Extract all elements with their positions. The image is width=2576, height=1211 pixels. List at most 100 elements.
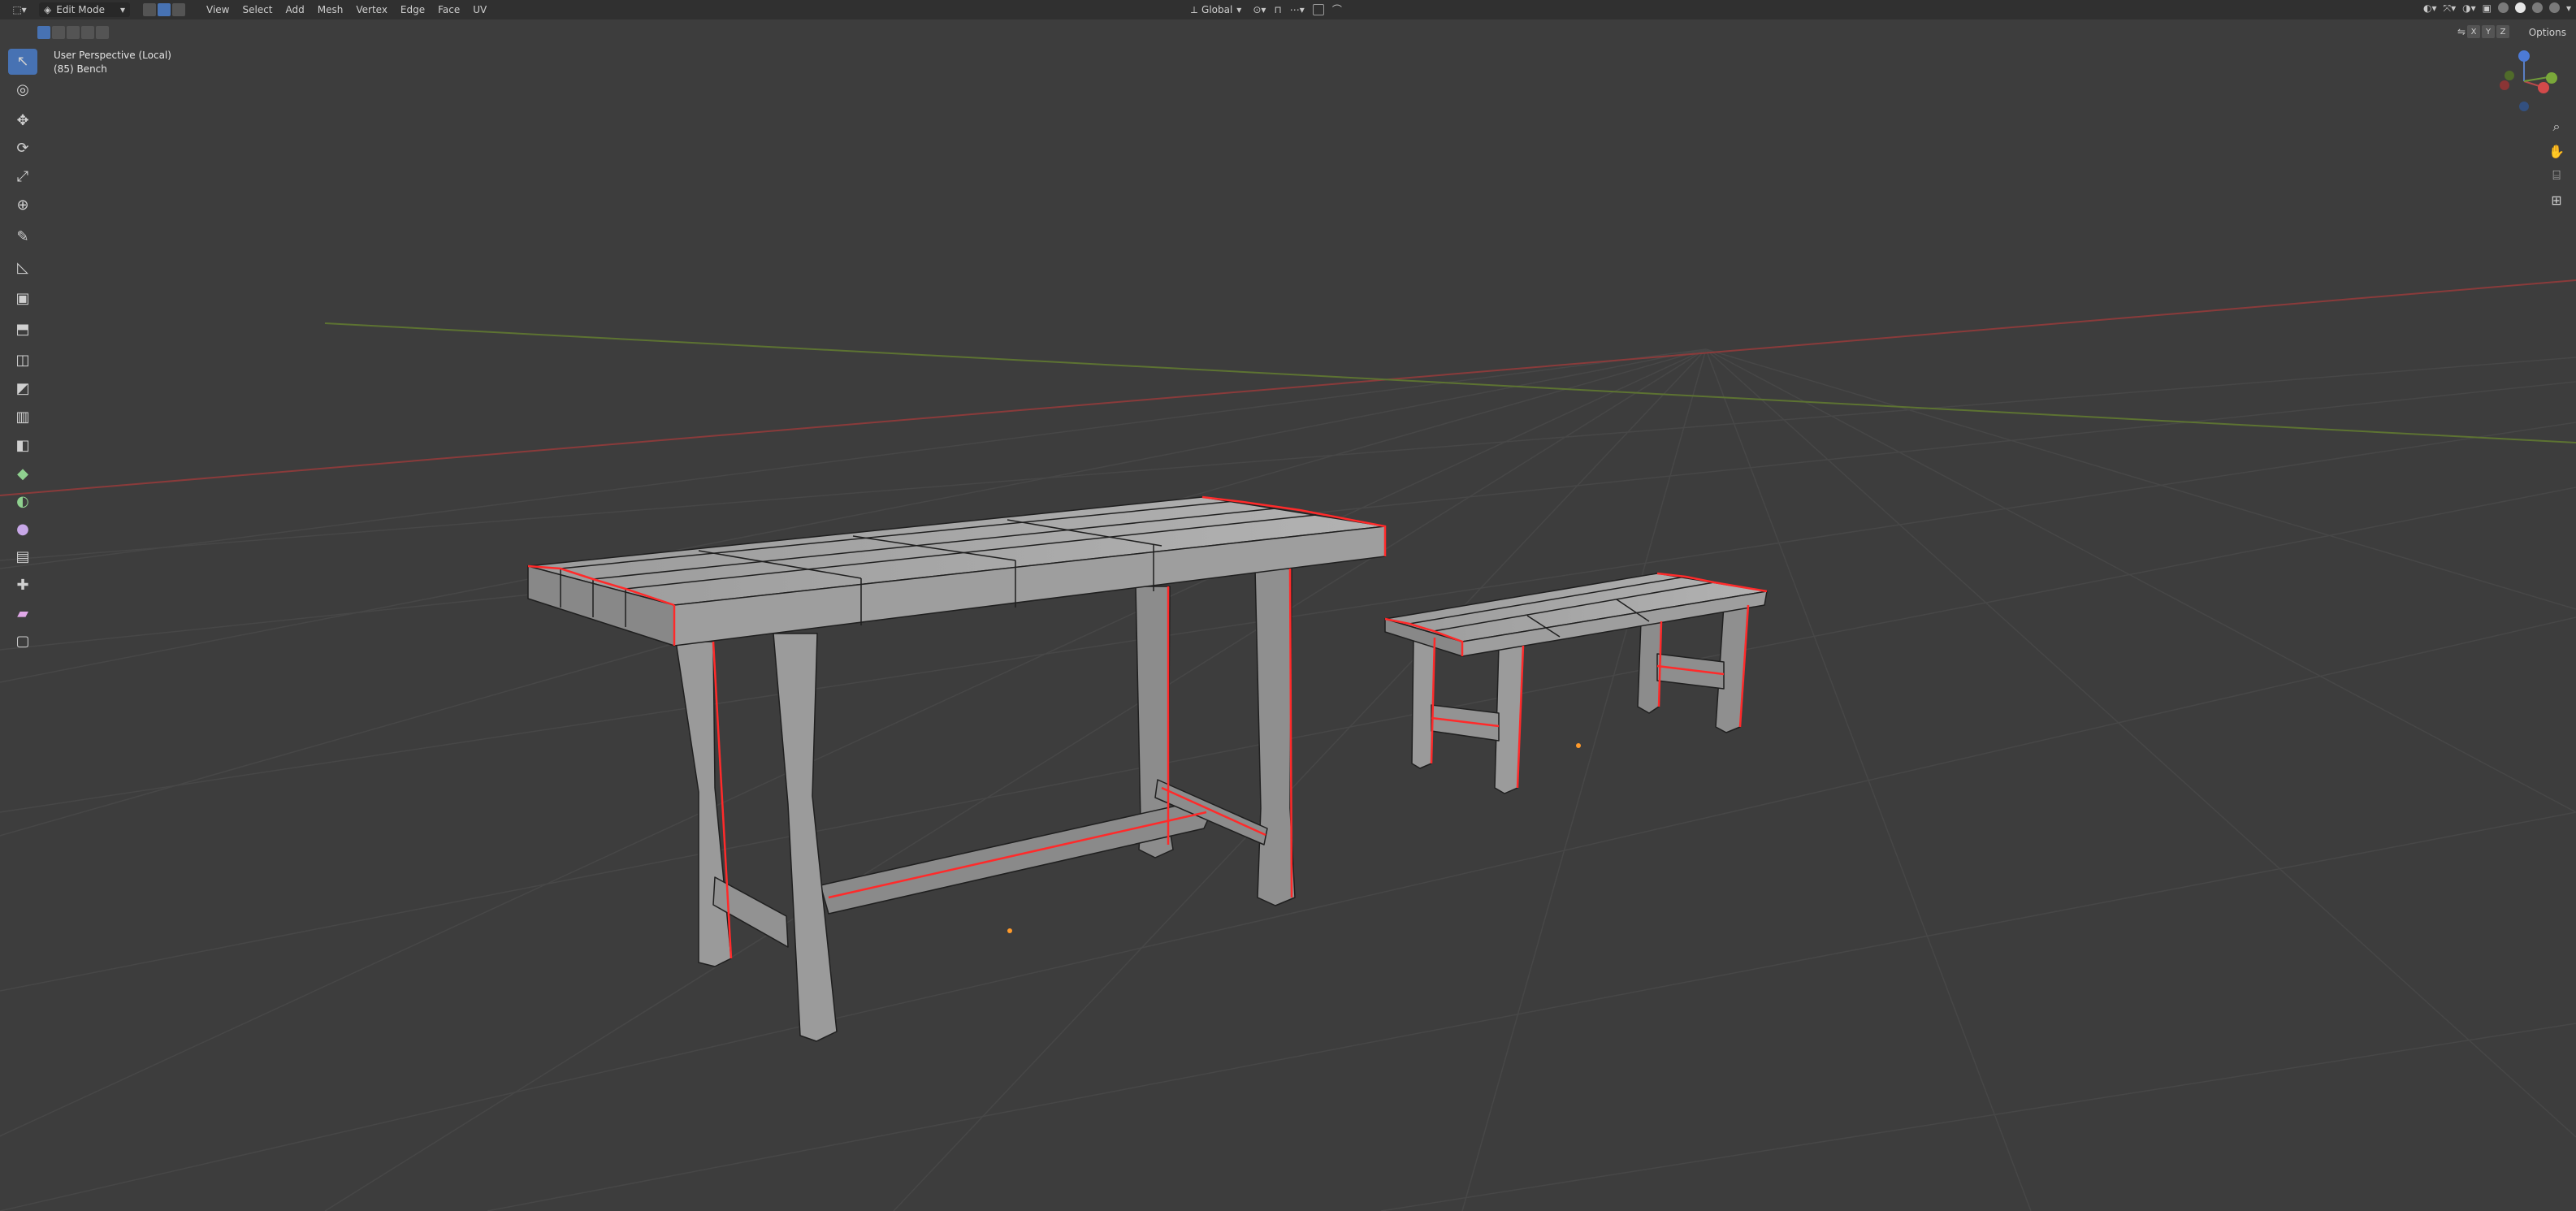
snap-target-icon[interactable]: ⋯▾ [1290, 5, 1305, 15]
spin-icon: ◐ [16, 493, 29, 510]
orientation-label: Global [1201, 4, 1233, 15]
camera-view-icon[interactable]: ⌸ [2545, 164, 2568, 187]
wireframe-shading-button[interactable] [2497, 2, 2509, 13]
bevel-tool[interactable]: ◩ [8, 376, 37, 402]
select-mode-group [143, 3, 185, 16]
loop-cut-icon: ▥ [15, 409, 30, 426]
overlay-toggle-icon[interactable]: ◑▾ [2462, 3, 2476, 13]
menu-uv[interactable]: UV [466, 2, 493, 18]
perspective-toggle-icon[interactable]: ⊞ [2545, 188, 2568, 211]
select-mode-intersect-button[interactable] [96, 26, 109, 39]
knife-tool[interactable]: ◧ [8, 433, 37, 459]
material-shading-button[interactable] [2531, 2, 2543, 13]
header-menus: View Select Add Mesh Vertex Edge Face UV [200, 2, 493, 18]
inset-tool[interactable]: ◫ [8, 348, 37, 374]
smooth-icon: ● [16, 521, 29, 538]
viewport-shading-controls: ◐▾ ⤧▾ ◑▾ ▣ ▾ [2423, 2, 2571, 13]
edge-slide-icon: ▤ [15, 548, 30, 565]
poly-build-tool[interactable]: ◆ [8, 461, 37, 487]
rip-region-icon: ▢ [15, 633, 30, 650]
menu-edge[interactable]: Edge [394, 2, 431, 18]
menu-select[interactable]: Select [236, 2, 279, 18]
proportional-edit-toggle[interactable] [1312, 4, 1324, 15]
knife-icon: ◧ [15, 437, 30, 454]
inset-icon: ◫ [15, 352, 30, 369]
measure-tool[interactable]: ◺ [8, 255, 37, 281]
editor-type-button[interactable]: ⬚▾ [3, 2, 36, 17]
options-dropdown[interactable]: Options [2529, 27, 2566, 38]
shrink-fatten-tool[interactable]: ✚ [8, 573, 37, 599]
bench-origin [1576, 743, 1581, 748]
xray-toggle-icon[interactable]: ▣ [2483, 3, 2492, 13]
viewport-canvas[interactable] [0, 0, 2576, 1211]
cursor-icon: ◎ [16, 81, 29, 98]
menu-vertex[interactable]: Vertex [349, 2, 394, 18]
chevron-down-icon: ▾ [1236, 4, 1242, 15]
select-box-tool[interactable]: ↖ [8, 49, 37, 75]
select-mode-subtract-button[interactable] [67, 26, 80, 39]
measure-icon: ◺ [17, 259, 28, 276]
extrude-icon: ⬒ [15, 321, 30, 338]
snap-icon[interactable]: ⊓ [1274, 5, 1281, 15]
scale-tool[interactable]: ⤢ [8, 164, 37, 190]
cursor-tool[interactable]: ◎ [8, 77, 37, 103]
edge-slide-tool[interactable]: ▤ [8, 544, 37, 570]
menu-view[interactable]: View [200, 2, 236, 18]
rotate-tool[interactable]: ⟳ [8, 136, 37, 162]
mirror-icon: ⇋ [2457, 26, 2466, 37]
annotate-icon: ✎ [16, 228, 29, 245]
object-label: (85) Bench [54, 63, 107, 75]
navigation-gizmo[interactable] [2487, 45, 2560, 118]
add-cube-icon: ▣ [15, 290, 30, 307]
pivot-icon[interactable]: ⊙▾ [1253, 5, 1266, 15]
poly-build-icon: ◆ [17, 465, 28, 482]
transform-controls: ⟂ Global ▾ ⊙▾ ⊓ ⋯▾ ⌒ [1188, 2, 1342, 17]
table-origin [1007, 928, 1012, 933]
mirror-axis-toggles: ⇋ X Y Z [2457, 25, 2509, 38]
rip-region-tool[interactable]: ▢ [8, 629, 37, 655]
mirror-z-toggle[interactable]: Z [2496, 25, 2509, 38]
visibility-icon[interactable]: ◐▾ [2423, 3, 2437, 13]
chevron-down-icon[interactable]: ▾ [2566, 3, 2571, 13]
solid-shading-button[interactable] [2514, 2, 2526, 13]
face-select-button[interactable] [172, 3, 185, 16]
chevron-down-icon: ▾ [119, 4, 125, 15]
table-mesh[interactable] [527, 496, 1386, 1042]
select-mode-invert-button[interactable] [81, 26, 94, 39]
bench-mesh[interactable] [1384, 573, 1768, 794]
annotate-tool[interactable]: ✎ [8, 224, 37, 250]
shear-tool[interactable]: ▰ [8, 601, 37, 627]
edit-mode-icon: ◈ [44, 4, 52, 15]
rendered-shading-button[interactable] [2548, 2, 2560, 13]
mode-label: Edit Mode [56, 4, 105, 15]
menu-mesh[interactable]: Mesh [311, 2, 350, 18]
hand-pan-icon[interactable]: ✋ [2545, 140, 2568, 162]
move-tool[interactable]: ✥ [8, 108, 37, 134]
menu-face[interactable]: Face [431, 2, 466, 18]
viewport-header: ⬚▾ ◈ Edit Mode ▾ View Select Add Mesh Ve… [0, 0, 2576, 19]
mirror-y-toggle[interactable]: Y [2482, 25, 2495, 38]
spin-tool[interactable]: ◐ [8, 489, 37, 515]
zoom-icon[interactable]: ⌕ [2545, 115, 2568, 138]
tool-settings-row [37, 26, 109, 39]
menu-add[interactable]: Add [279, 2, 311, 18]
orientation-icon: ⟂ [1191, 4, 1198, 15]
mode-dropdown[interactable]: ◈ Edit Mode ▾ [39, 2, 130, 17]
mirror-x-toggle[interactable]: X [2467, 25, 2480, 38]
loop-cut-tool[interactable]: ▥ [8, 404, 37, 430]
extrude-tool[interactable]: ⬒ [8, 317, 37, 343]
transform-tool[interactable]: ⊕ [8, 192, 37, 218]
orientation-dropdown[interactable]: ⟂ Global ▾ [1188, 2, 1245, 17]
select-mode-set-button[interactable] [37, 26, 50, 39]
3d-viewport[interactable] [0, 0, 2576, 1211]
falloff-icon[interactable]: ⌒ [1332, 5, 1342, 15]
gizmo-toggle-icon[interactable]: ⤧▾ [2444, 3, 2457, 13]
smooth-tool[interactable]: ● [8, 517, 37, 543]
scale-icon: ⤢ [16, 168, 29, 185]
select-mode-extend-button[interactable] [52, 26, 65, 39]
add-cube-tool[interactable]: ▣ [8, 286, 37, 312]
vertex-select-button[interactable] [143, 3, 156, 16]
edge-select-button[interactable] [158, 3, 171, 16]
select-box-icon: ↖ [16, 53, 29, 70]
move-icon: ✥ [16, 112, 29, 129]
